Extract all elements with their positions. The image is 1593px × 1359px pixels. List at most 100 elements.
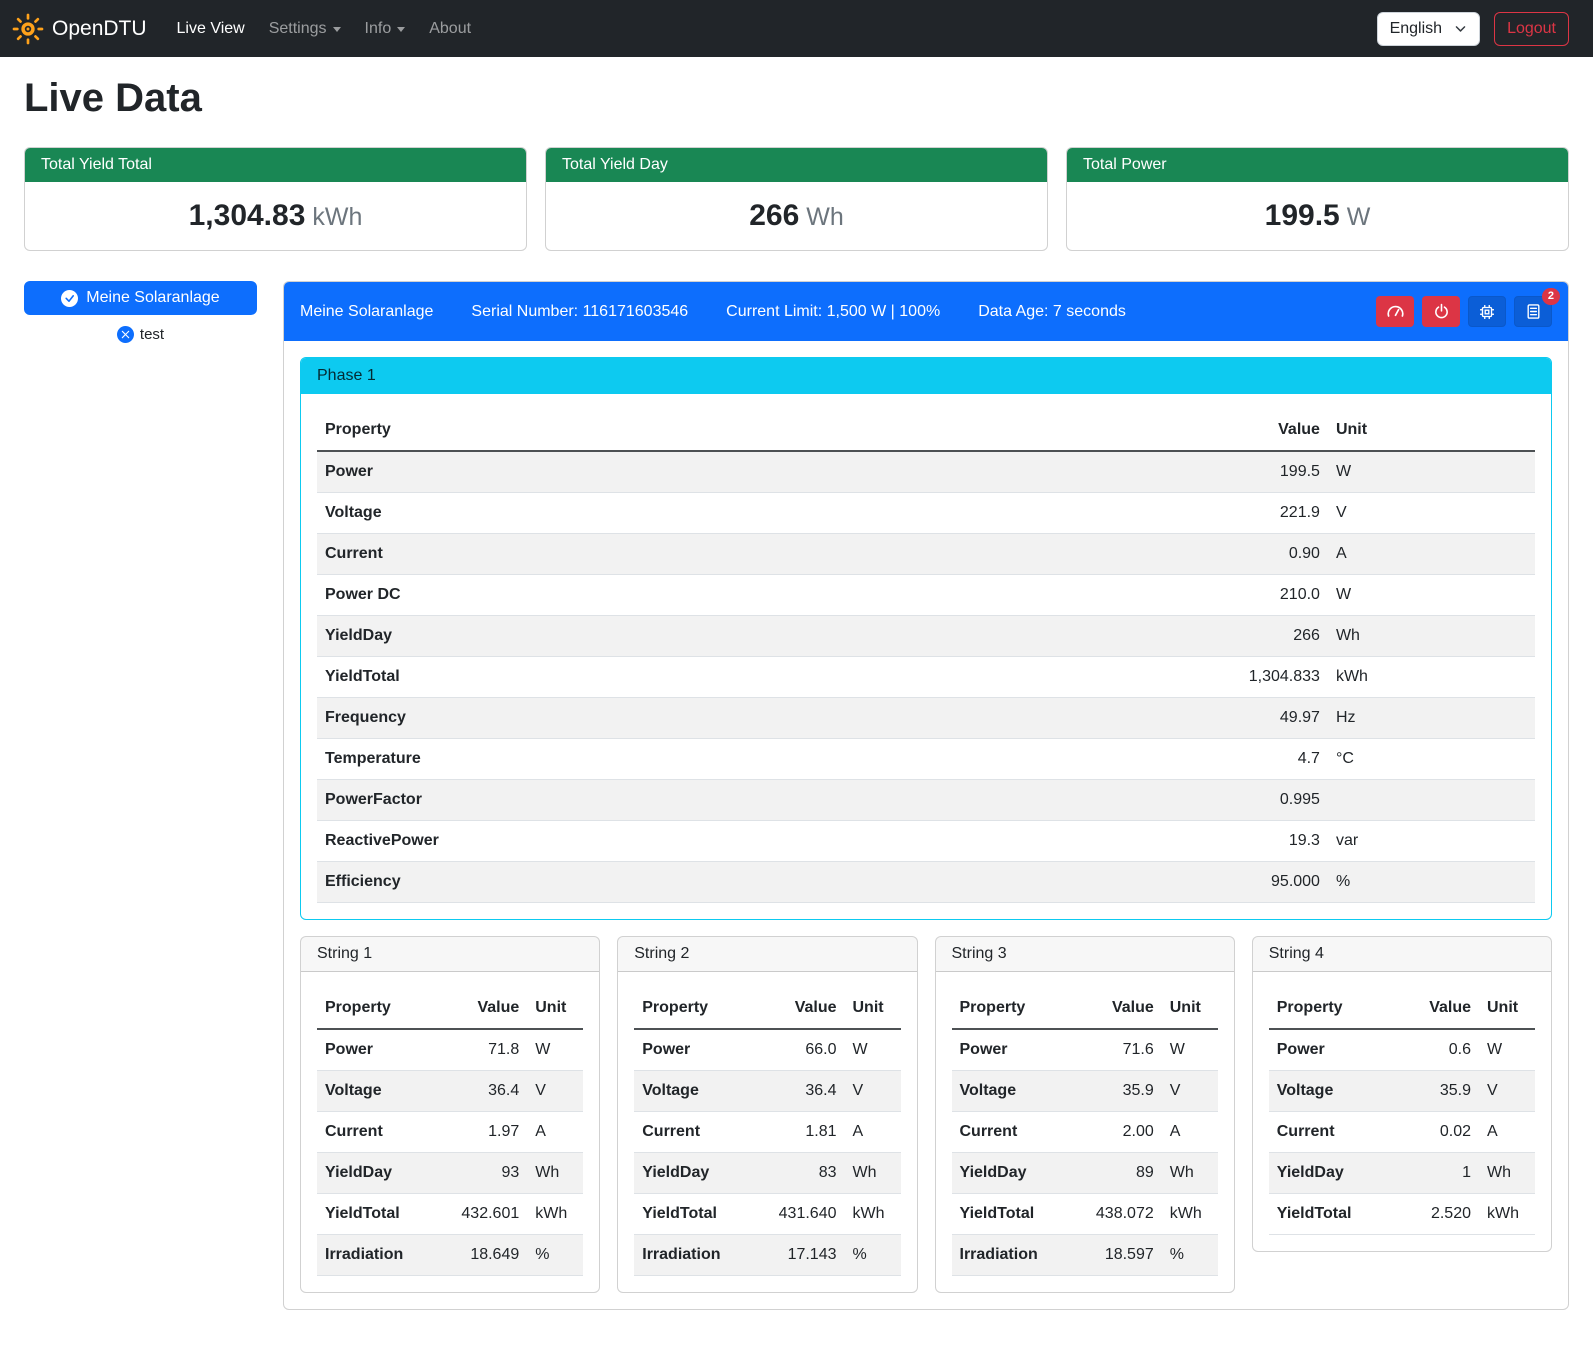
- nav-live-view[interactable]: Live View: [169, 12, 253, 46]
- row-property: PowerFactor: [317, 780, 922, 821]
- table-row: Current2.00A: [952, 1112, 1218, 1153]
- row-value: 266: [922, 616, 1328, 657]
- summary-card-unit: W: [1347, 203, 1371, 231]
- table-row: YieldDay266Wh: [317, 616, 1535, 657]
- row-unit: kWh: [527, 1194, 583, 1235]
- column-header-unit: Unit: [1479, 988, 1535, 1029]
- table-row: Frequency49.97Hz: [317, 698, 1535, 739]
- string-card-body: Property Value Unit Power71.6WVoltage35.…: [936, 972, 1234, 1292]
- table-row: Voltage221.9V: [317, 493, 1535, 534]
- row-property: ReactivePower: [317, 821, 922, 862]
- inverter-select-button[interactable]: Meine Solaranlage: [24, 281, 257, 315]
- row-value: 1: [1397, 1153, 1479, 1194]
- column-header-property: Property: [634, 988, 752, 1029]
- summary-cards: Total Yield Total 1,304.83kWh Total Yiel…: [24, 147, 1569, 251]
- logout-button[interactable]: Logout: [1494, 12, 1569, 46]
- cpu-icon: [1478, 303, 1496, 321]
- row-property: Voltage: [317, 1071, 435, 1112]
- row-unit: V: [1162, 1071, 1218, 1112]
- column-header-unit: Unit: [1162, 988, 1218, 1029]
- table-row: Voltage35.9V: [1269, 1071, 1535, 1112]
- table-row: Current0.90A: [317, 534, 1535, 575]
- table-row: Current0.02A: [1269, 1112, 1535, 1153]
- row-unit: W: [1479, 1029, 1535, 1071]
- row-property: Voltage: [1269, 1071, 1397, 1112]
- brand[interactable]: OpenDTU: [12, 13, 147, 45]
- table-row: Power71.6W: [952, 1029, 1218, 1071]
- row-property: Efficiency: [317, 862, 922, 903]
- table-row: YieldTotal2.520kWh: [1269, 1194, 1535, 1235]
- nav-about[interactable]: About: [421, 12, 479, 46]
- row-property: Temperature: [317, 739, 922, 780]
- row-property: Irradiation: [952, 1235, 1070, 1276]
- row-unit: var: [1328, 821, 1535, 862]
- brand-label: OpenDTU: [52, 17, 147, 41]
- check-circle-icon: [61, 290, 78, 307]
- language-selected-value: English: [1390, 20, 1442, 38]
- row-value: 71.6: [1069, 1029, 1161, 1071]
- row-unit: [1328, 780, 1535, 821]
- content-row: Meine Solaranlage test Meine Solaranlage…: [24, 281, 1569, 1338]
- chevron-down-icon: [1454, 22, 1467, 35]
- column-header-value: Value: [435, 988, 527, 1029]
- summary-card-value: 199.5: [1265, 199, 1340, 232]
- table-row: Voltage36.4V: [634, 1071, 900, 1112]
- speedometer-icon: [1386, 302, 1405, 321]
- nav-links: Live View Settings Info About: [169, 12, 480, 46]
- row-unit: W: [1162, 1029, 1218, 1071]
- summary-card-body: 266Wh: [546, 182, 1047, 250]
- nav-settings[interactable]: Settings: [261, 12, 349, 46]
- row-property: Voltage: [634, 1071, 752, 1112]
- string-card-3: String 3 Property Value Unit: [935, 936, 1235, 1293]
- table-row: Voltage35.9V: [952, 1071, 1218, 1112]
- table-row: YieldDay1Wh: [1269, 1153, 1535, 1194]
- row-value: 1.97: [435, 1112, 527, 1153]
- row-unit: V: [845, 1071, 901, 1112]
- table-row: Temperature4.7°C: [317, 739, 1535, 780]
- summary-card-body: 1,304.83kWh: [25, 182, 526, 250]
- table-row: Power DC210.0W: [317, 575, 1535, 616]
- string-card-4: String 4 Property Value Unit: [1252, 936, 1552, 1252]
- column-header-value: Value: [752, 988, 844, 1029]
- language-select[interactable]: English: [1377, 12, 1480, 46]
- row-property: YieldDay: [1269, 1153, 1397, 1194]
- table-row: Power199.5W: [317, 451, 1535, 493]
- row-unit: A: [1328, 534, 1535, 575]
- tag-label: test: [140, 326, 164, 343]
- row-unit: Wh: [527, 1153, 583, 1194]
- row-property: Power: [1269, 1029, 1397, 1071]
- table-row: YieldTotal432.601kWh: [317, 1194, 583, 1235]
- event-log-button[interactable]: 2: [1514, 296, 1552, 327]
- summary-card-total-yield-total: Total Yield Total 1,304.83kWh: [24, 147, 527, 251]
- string-card-body: Property Value Unit Power71.8WVoltage36.…: [301, 972, 599, 1292]
- row-unit: Wh: [1162, 1153, 1218, 1194]
- row-value: 93: [435, 1153, 527, 1194]
- row-value: 2.520: [1397, 1194, 1479, 1235]
- column-header-unit: Unit: [1328, 410, 1535, 451]
- row-unit: A: [1479, 1112, 1535, 1153]
- table-row: PowerFactor0.995: [317, 780, 1535, 821]
- string-title: String 3: [936, 937, 1234, 972]
- row-property: YieldDay: [317, 616, 922, 657]
- row-value: 36.4: [752, 1071, 844, 1112]
- device-info-button[interactable]: [1468, 296, 1506, 327]
- caret-down-icon: [397, 27, 405, 32]
- table-header-row: Property Value Unit: [317, 410, 1535, 451]
- row-unit: kWh: [1479, 1194, 1535, 1235]
- inverter-sidebar: Meine Solaranlage test: [24, 281, 257, 343]
- power-toggle-button[interactable]: [1422, 296, 1460, 327]
- string-card-2: String 2 Property Value Unit: [617, 936, 917, 1293]
- string-table: Property Value Unit Power71.8WVoltage36.…: [317, 988, 583, 1276]
- nav-info[interactable]: Info: [357, 12, 414, 46]
- table-row: YieldTotal1,304.833kWh: [317, 657, 1535, 698]
- limit-settings-button[interactable]: [1376, 296, 1414, 327]
- sidebar-tag-test[interactable]: test: [117, 326, 164, 343]
- row-property: Current: [317, 534, 922, 575]
- phase-table: Property Value Unit Power199.5WVoltage22…: [317, 410, 1535, 903]
- row-value: 66.0: [752, 1029, 844, 1071]
- row-unit: %: [1162, 1235, 1218, 1276]
- table-row: Power71.8W: [317, 1029, 583, 1071]
- summary-card-body: 199.5W: [1067, 182, 1568, 250]
- row-property: YieldDay: [952, 1153, 1070, 1194]
- row-value: 71.8: [435, 1029, 527, 1071]
